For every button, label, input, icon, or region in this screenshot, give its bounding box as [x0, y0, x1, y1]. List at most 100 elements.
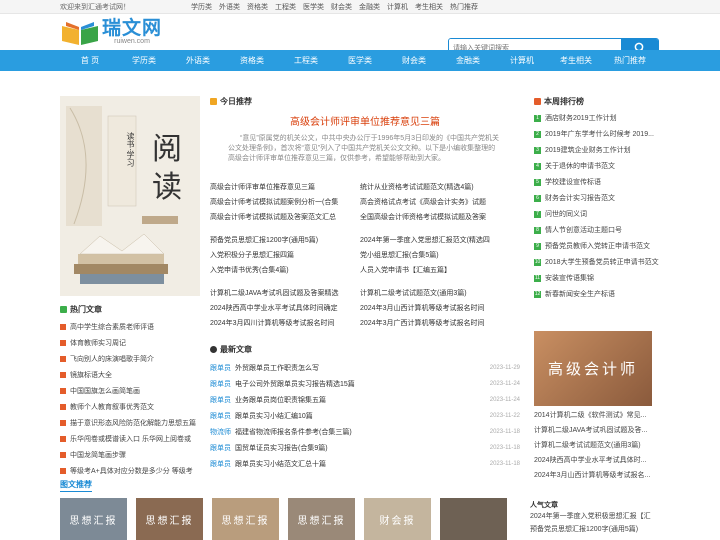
article-link[interactable]: 2014计算机二级《软件测试》常见... — [534, 408, 660, 423]
nav-item[interactable]: 考生相关 — [549, 50, 603, 71]
item-category[interactable]: 物流师 — [210, 427, 231, 437]
rank-item[interactable]: 9 预备党员教师入党转正申请书范文 — [534, 238, 660, 254]
nav-item[interactable]: 资格类 — [225, 50, 279, 71]
article-link[interactable]: 高级会计师考试模拟试题案例分析一(合集 — [210, 197, 360, 208]
article-link[interactable]: 计算机二级JAVA考试巩固试题及答... — [534, 423, 660, 438]
site-logo[interactable]: 瑞文网 ruiwen.com — [60, 19, 162, 46]
list-item[interactable]: 跟单员 外贸跟单员工作职责怎么写 2023-11-29 — [210, 360, 520, 376]
list-item[interactable]: 中国国旗怎么画简笔画 — [60, 383, 200, 399]
item-title[interactable]: 国贸单证员实习报告(合集9篇) — [235, 443, 490, 453]
article-link[interactable]: 高级会计师评审单位推荐意见三篇 — [210, 182, 360, 193]
thumbnail-row: 思想汇报 思想汇报 思想汇报 思想汇报 财会报 — [60, 498, 516, 540]
top-link[interactable]: 外语类 — [219, 2, 240, 12]
article-link[interactable]: 全国高级会计师资格考试模拟试题及答案 — [360, 212, 520, 223]
reading-banner[interactable]: 读书·学习 阅 读 — [60, 96, 200, 296]
thumbnail[interactable]: 财会报 — [364, 498, 431, 540]
list-item[interactable]: 乐华闯卷或模谱读入口 乐华网上阅卷或 — [60, 431, 200, 447]
top-link[interactable]: 财会类 — [331, 2, 352, 12]
nav-item[interactable]: 首 页 — [63, 50, 117, 71]
item-category[interactable]: 跟单员 — [210, 459, 231, 469]
rank-item[interactable]: 5 学校建设宣传标语 — [534, 174, 660, 190]
nav-item[interactable]: 外语类 — [171, 50, 225, 71]
item-category[interactable]: 跟单员 — [210, 443, 231, 453]
article-link[interactable]: 预备党员思想汇报1200字(通用5篇) — [530, 523, 660, 536]
item-title[interactable]: 跟单员实习小结范文汇总十篇 — [235, 459, 490, 469]
top-link[interactable]: 医学类 — [303, 2, 324, 12]
thumbnail[interactable]: 思想汇报 — [212, 498, 279, 540]
list-item[interactable]: 教师个人教育叙事优秀范文 — [60, 399, 200, 415]
rank-item[interactable]: 11 安装宣传语集锦 — [534, 270, 660, 286]
article-link[interactable]: 2024年第一季度入党积极思想汇报【汇 — [530, 510, 660, 523]
item-category[interactable]: 跟单员 — [210, 363, 231, 373]
article-link[interactable]: 2024陕西高中学业水平考试具体时间确定 — [210, 303, 360, 314]
list-item[interactable]: 飞向别人的床演唱歌手简介 — [60, 351, 200, 367]
rank-item[interactable]: 10 2018大学生预备党员转正申请书范文 — [534, 254, 660, 270]
nav-item[interactable]: 计算机 — [495, 50, 549, 71]
article-link[interactable]: 入党申请书优秀(合集4篇) — [210, 265, 360, 276]
thumbnail[interactable] — [440, 498, 507, 540]
rank-item[interactable]: 4 关于退休的申请书范文 — [534, 158, 660, 174]
article-link[interactable]: 2024陕西高中学业水平考试具体时... — [534, 453, 660, 468]
top-link[interactable]: 热门推荐 — [450, 2, 478, 12]
rank-item[interactable]: 2 2019年广东学考什么时候考 2019... — [534, 126, 660, 142]
article-link[interactable]: 预备党员思想汇报1200字(通用5篇) — [210, 235, 360, 246]
top-link[interactable]: 学历类 — [191, 2, 212, 12]
list-item[interactable]: 镜旗标语大全 — [60, 367, 200, 383]
item-title[interactable]: 业务跟单员岗位职责锦集五篇 — [235, 395, 490, 405]
article-link[interactable]: 计算机二级JAVA考试巩固试题及答案精选 — [210, 288, 360, 299]
item-title[interactable]: 福建省物流师报名条件参考(合集三篇) — [235, 427, 490, 437]
thumbnail[interactable]: 思想汇报 — [288, 498, 355, 540]
headline-link[interactable]: 高级会计师评审单位推荐意见三篇 — [210, 113, 520, 128]
item-title[interactable]: 跟单员实习小结汇编10篇 — [235, 411, 490, 421]
list-item[interactable]: 跟单员 跟单员实习小结汇编10篇 2023-11-22 — [210, 408, 520, 424]
article-link[interactable]: 2024年3月四川计算机等级考试报名时间 — [210, 318, 360, 329]
top-link[interactable]: 资格类 — [247, 2, 268, 12]
top-link[interactable]: 金融类 — [359, 2, 380, 12]
nav-item[interactable]: 学历类 — [117, 50, 171, 71]
list-item[interactable]: 描于意识形态风险防范化解能力思想五篇 — [60, 415, 200, 431]
nav-item[interactable]: 金融类 — [441, 50, 495, 71]
top-link[interactable]: 计算机 — [387, 2, 408, 12]
article-link[interactable]: 统计从业资格考试试题范文(精选4篇) — [360, 182, 520, 193]
article-link[interactable]: 入党积极分子思想汇报四篇 — [210, 250, 360, 261]
accountant-banner[interactable]: 高级会计师 — [534, 331, 652, 406]
rank-item[interactable]: 7 问世的同义词 — [534, 206, 660, 222]
article-link[interactable]: 党小组思想汇报(合集5篇) — [360, 250, 520, 261]
item-title[interactable]: 外贸跟单员工作职责怎么写 — [235, 363, 490, 373]
rank-item[interactable]: 6 财务会计实习报告范文 — [534, 190, 660, 206]
thumbnail[interactable]: 思想汇报 — [60, 498, 127, 540]
list-item[interactable]: 跟单员 跟单员实习小结范文汇总十篇 2023-11-18 — [210, 456, 520, 472]
article-link[interactable]: 高会资格试点考试《高级会计实务》试题 — [360, 197, 520, 208]
list-item[interactable]: 物流师 福建省物流师报名条件参考(合集三篇) 2023-11-18 — [210, 424, 520, 440]
nav-item[interactable]: 财会类 — [387, 50, 441, 71]
item-category[interactable]: 跟单员 — [210, 395, 231, 405]
article-link[interactable]: 2024年第一季度入党思想汇报范文(精选四 — [360, 235, 520, 246]
list-item[interactable]: 体育教师实习周记 — [60, 335, 200, 351]
item-title[interactable]: 电子公司外贸跟单员实习报告精选15篇 — [235, 379, 490, 389]
rank-item[interactable]: 3 2019建筑企业财务工作计划 — [534, 142, 660, 158]
top-link[interactable]: 工程类 — [275, 2, 296, 12]
list-item[interactable]: 高中学生综合素质老师评语 — [60, 319, 200, 335]
article-link[interactable]: 2024年3月广西计算机等级考试报名时间 — [360, 318, 520, 329]
list-item[interactable]: 跟单员 电子公司外贸跟单员实习报告精选15篇 2023-11-24 — [210, 376, 520, 392]
rank-item[interactable]: 12 新春新闻安全生产标语 — [534, 286, 660, 302]
rank-item[interactable]: 1 酒店财务2019工作计划 — [534, 110, 660, 126]
list-item[interactable]: 跟单员 国贸单证员实习报告(合集9篇) 2023-11-18 — [210, 440, 520, 456]
article-link[interactable]: 2024年3月山西计算机等级考试报名... — [534, 468, 660, 483]
thumbnail[interactable]: 思想汇报 — [136, 498, 203, 540]
nav-item[interactable]: 热门推荐 — [603, 50, 657, 71]
list-item[interactable]: 跟单员 业务跟单员岗位职责锦集五篇 2023-11-24 — [210, 392, 520, 408]
article-link[interactable]: 计算机二级考试试题范文(通用3篇) — [534, 438, 660, 453]
article-link[interactable]: 人员入党申请书【汇编五篇】 — [360, 265, 520, 276]
nav-item[interactable]: 医学类 — [333, 50, 387, 71]
item-category[interactable]: 跟单员 — [210, 411, 231, 421]
rank-item[interactable]: 8 情人节创意活动主题口号 — [534, 222, 660, 238]
article-link[interactable]: 高级会计师考试模拟试题及答案范文汇总 — [210, 212, 360, 223]
list-item[interactable]: 中国龙简笔画步骤 — [60, 447, 200, 463]
article-link[interactable]: 2024年3月山西计算机等级考试报名时间 — [360, 303, 520, 314]
item-category[interactable]: 跟单员 — [210, 379, 231, 389]
article-link[interactable]: 计算机二级考试试题范文(通用3篇) — [360, 288, 520, 299]
top-link[interactable]: 考生相关 — [415, 2, 443, 12]
list-item[interactable]: 等级考A+具体对应分数是多少分 等级考 — [60, 463, 200, 479]
nav-item[interactable]: 工程类 — [279, 50, 333, 71]
